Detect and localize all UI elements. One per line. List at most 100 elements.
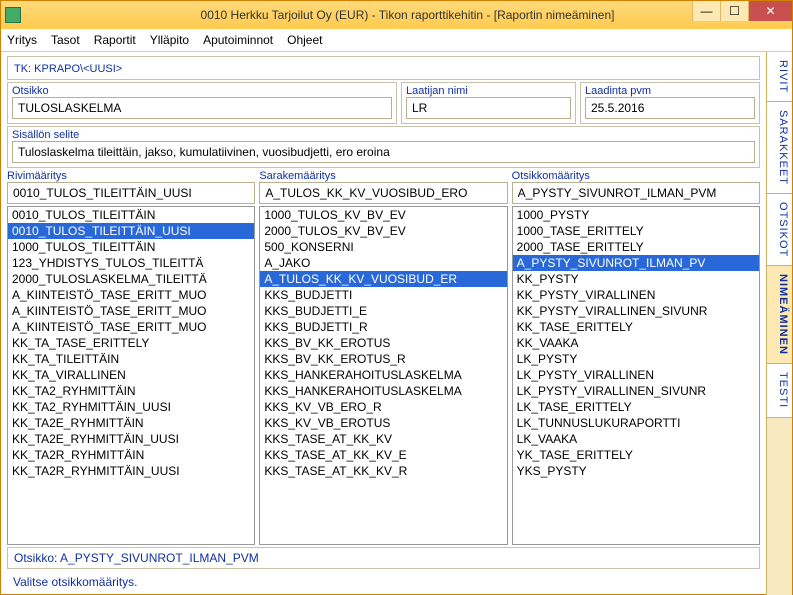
- otsikkom-label: Otsikkomääritys: [512, 170, 760, 182]
- list-item[interactable]: KK_TA_TILEITTÄIN: [8, 351, 254, 367]
- window-title: 0010 Herkku Tarjoilut Oy (EUR) - Tikon r…: [27, 8, 788, 22]
- list-item[interactable]: YK_TASE_ERITTELY: [513, 447, 759, 463]
- list-item[interactable]: KK_TA2R_RYHMITTÄIN_UUSI: [8, 463, 254, 479]
- sarake-column: Sarakemääritys 1000_TULOS_KV_BV_EV2000_T…: [259, 170, 507, 545]
- list-item[interactable]: 123_YHDISTYS_TULOS_TILEITTÄ: [8, 255, 254, 271]
- list-item[interactable]: LK_TUNNUSLUKURAPORTTI: [513, 415, 759, 431]
- menu-tasot[interactable]: Tasot: [51, 33, 80, 47]
- laatija-label: Laatijan nimi: [406, 85, 571, 97]
- list-item[interactable]: 1000_TULOS_KV_BV_EV: [260, 207, 506, 223]
- menu-aputoiminnot[interactable]: Aputoiminnot: [203, 33, 273, 47]
- list-item[interactable]: 0010_TULOS_TILEITTÄIN_UUSI: [8, 223, 254, 239]
- rivi-listbox[interactable]: 0010_TULOS_TILEITTÄIN0010_TULOS_TILEITTÄ…: [7, 206, 255, 545]
- titlebar: 0010 Herkku Tarjoilut Oy (EUR) - Tikon r…: [1, 1, 792, 29]
- list-item[interactable]: LK_TASE_ERITTELY: [513, 399, 759, 415]
- list-item[interactable]: 2000_TASE_ERITTELY: [513, 239, 759, 255]
- pvm-label: Laadinta pvm: [585, 85, 755, 97]
- list-item[interactable]: KK_TA2E_RYHMITTÄIN_UUSI: [8, 431, 254, 447]
- list-item[interactable]: KKS_BUDJETTI_R: [260, 319, 506, 335]
- list-item[interactable]: KKS_HANKERAHOITUSLASKELMA: [260, 367, 506, 383]
- selite-input[interactable]: [12, 141, 755, 163]
- list-item[interactable]: KK_TA2_RYHMITTÄIN: [8, 383, 254, 399]
- list-item[interactable]: A_PYSTY_SIVUNROT_ILMAN_PV: [513, 255, 759, 271]
- list-item[interactable]: LK_VAAKA: [513, 431, 759, 447]
- list-item[interactable]: A_KIINTEISTÖ_TASE_ERITT_MUO: [8, 303, 254, 319]
- otsikkom-listbox[interactable]: 1000_PYSTY1000_TASE_ERITTELY2000_TASE_ER…: [512, 206, 760, 545]
- laatija-group: Laatijan nimi: [401, 82, 576, 124]
- otsikko-column: Otsikkomääritys 1000_PYSTY1000_TASE_ERIT…: [512, 170, 760, 545]
- list-item[interactable]: KK_PYSTY_VIRALLINEN: [513, 287, 759, 303]
- list-item[interactable]: 0010_TULOS_TILEITTÄIN: [8, 207, 254, 223]
- menubar: Yritys Tasot Raportit Ylläpito Aputoimin…: [1, 29, 792, 52]
- list-item[interactable]: KKS_BV_KK_EROTUS: [260, 335, 506, 351]
- list-item[interactable]: KKS_BUDJETTI: [260, 287, 506, 303]
- list-item[interactable]: KK_PYSTY: [513, 271, 759, 287]
- side-tabs: RIVITSARAKKEETOTSIKOTNIMEÄMINENTESTI: [766, 52, 792, 595]
- menu-yritys[interactable]: Yritys: [7, 33, 37, 47]
- list-item[interactable]: 1000_TASE_ERITTELY: [513, 223, 759, 239]
- window-controls: — ☐ ✕: [692, 1, 792, 21]
- list-item[interactable]: 2000_TULOS_KV_BV_EV: [260, 223, 506, 239]
- list-item[interactable]: KKS_TASE_AT_KK_KV_E: [260, 447, 506, 463]
- list-item[interactable]: 2000_TULOSLASKELMA_TILEITTÄ: [8, 271, 254, 287]
- list-item[interactable]: KKS_TASE_AT_KK_KV_R: [260, 463, 506, 479]
- list-item[interactable]: KK_TA_TASE_ERITTELY: [8, 335, 254, 351]
- list-item[interactable]: A_JAKO: [260, 255, 506, 271]
- list-item[interactable]: YKS_PYSTY: [513, 463, 759, 479]
- list-item[interactable]: KKS_BV_KK_EROTUS_R: [260, 351, 506, 367]
- list-item[interactable]: LK_PYSTY: [513, 351, 759, 367]
- hint-line: Valitse otsikkomääritys.: [7, 571, 760, 595]
- list-item[interactable]: KK_TA_VIRALLINEN: [8, 367, 254, 383]
- menu-yllapito[interactable]: Ylläpito: [150, 33, 189, 47]
- sarake-listbox[interactable]: 1000_TULOS_KV_BV_EV2000_TULOS_KV_BV_EV50…: [259, 206, 507, 545]
- path-panel: TK: KPRAPO\<UUSI>: [7, 56, 760, 80]
- selite-label: Sisällön selite: [12, 129, 755, 141]
- menu-ohjeet[interactable]: Ohjeet: [287, 33, 322, 47]
- minimize-button[interactable]: —: [692, 1, 720, 21]
- side-tab-rivit[interactable]: RIVIT: [767, 52, 792, 102]
- list-item[interactable]: LK_PYSTY_VIRALLINEN_SIVUNR: [513, 383, 759, 399]
- rivi-column: Rivimääritys 0010_TULOS_TILEITTÄIN0010_T…: [7, 170, 255, 545]
- side-tab-testi[interactable]: TESTI: [767, 364, 792, 417]
- list-item[interactable]: KK_TA2R_RYHMITTÄIN: [8, 447, 254, 463]
- list-item[interactable]: KK_VAAKA: [513, 335, 759, 351]
- list-item[interactable]: 500_KONSERNI: [260, 239, 506, 255]
- list-item[interactable]: KK_TA2E_RYHMITTÄIN: [8, 415, 254, 431]
- otsikko-input[interactable]: [12, 97, 392, 119]
- list-item[interactable]: KKS_TASE_AT_KK_KV: [260, 431, 506, 447]
- hint-text: Valitse otsikkomääritys.: [13, 575, 137, 589]
- status-line: Otsikko: A_PYSTY_SIVUNROT_ILMAN_PVM: [7, 547, 760, 569]
- menu-raportit[interactable]: Raportit: [94, 33, 136, 47]
- selite-group: Sisällön selite: [7, 126, 760, 168]
- otsikkom-input[interactable]: [512, 182, 760, 204]
- status-text: Otsikko: A_PYSTY_SIVUNROT_ILMAN_PVM: [14, 551, 259, 565]
- otsikko-label: Otsikko: [12, 85, 392, 97]
- list-item[interactable]: A_KIINTEISTÖ_TASE_ERITT_MUO: [8, 287, 254, 303]
- list-item[interactable]: A_KIINTEISTÖ_TASE_ERITT_MUO: [8, 319, 254, 335]
- list-item[interactable]: KKS_HANKERAHOITUSLASKELMA: [260, 383, 506, 399]
- pvm-input[interactable]: [585, 97, 755, 119]
- rivi-input[interactable]: [7, 182, 255, 204]
- sarake-label: Sarakemääritys: [259, 170, 507, 182]
- side-tab-otsikot[interactable]: OTSIKOT: [767, 194, 792, 266]
- list-item[interactable]: LK_PYSTY_VIRALLINEN: [513, 367, 759, 383]
- list-item[interactable]: 1000_PYSTY: [513, 207, 759, 223]
- side-tab-nimeäminen[interactable]: NIMEÄMINEN: [767, 266, 792, 364]
- list-item[interactable]: KK_TASE_ERITTELY: [513, 319, 759, 335]
- side-tab-sarakkeet[interactable]: SARAKKEET: [767, 102, 792, 194]
- list-item[interactable]: A_TULOS_KK_KV_VUOSIBUD_ER: [260, 271, 506, 287]
- list-item[interactable]: KKS_KV_VB_EROTUS: [260, 415, 506, 431]
- laatija-input[interactable]: [406, 97, 571, 119]
- close-button[interactable]: ✕: [748, 1, 792, 21]
- list-item[interactable]: KKS_KV_VB_ERO_R: [260, 399, 506, 415]
- otsikko-group: Otsikko: [7, 82, 397, 124]
- list-item[interactable]: KK_PYSTY_VIRALLINEN_SIVUNR: [513, 303, 759, 319]
- list-item[interactable]: 1000_TULOS_TILEITTÄIN: [8, 239, 254, 255]
- maximize-button[interactable]: ☐: [720, 1, 748, 21]
- path-text: TK: KPRAPO\<UUSI>: [14, 63, 122, 75]
- sarake-input[interactable]: [259, 182, 507, 204]
- list-item[interactable]: KK_TA2_RYHMITTÄIN_UUSI: [8, 399, 254, 415]
- list-item[interactable]: KKS_BUDJETTI_E: [260, 303, 506, 319]
- rivi-label: Rivimääritys: [7, 170, 255, 182]
- app-icon: [5, 7, 21, 23]
